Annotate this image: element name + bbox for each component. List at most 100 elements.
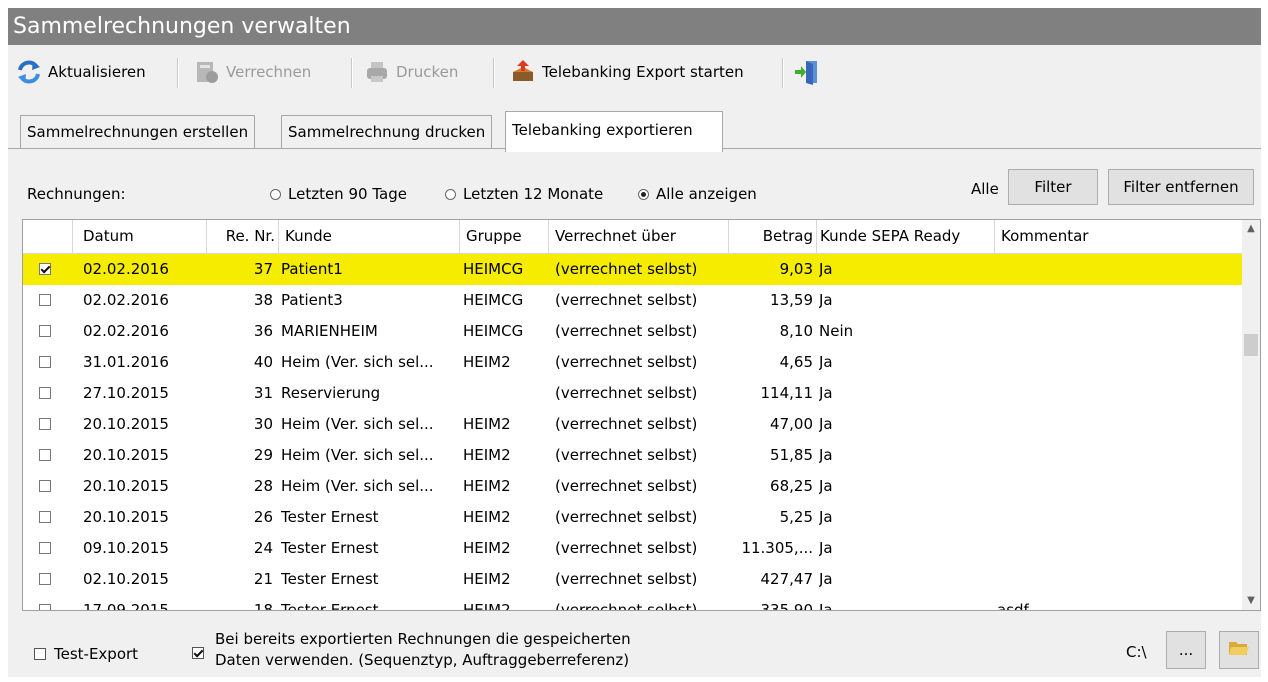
refresh-button[interactable]: Aktualisieren [12,56,150,88]
column-header-betrag[interactable]: Betrag [729,220,817,253]
cell-datum: 09.10.2015 [83,539,169,557]
cell-verrechnet: (verrechnet selbst) [555,260,698,278]
filter-button[interactable]: Filter [1008,169,1098,205]
cell-datum: 02.10.2015 [83,570,169,588]
telebanking-export-button[interactable]: Telebanking Export starten [506,56,748,88]
table-row[interactable]: 09.10.2015 24 Tester Ernest HEIM2 (verrechne… [23,533,1243,564]
browse-button[interactable]: ... [1166,631,1206,669]
column-header-checkbox [23,220,73,253]
cell-verrechnet: (verrechnet selbst) [555,384,698,402]
row-checkbox[interactable] [39,511,51,523]
open-folder-button[interactable] [1219,631,1259,669]
cell-kunde: Tester Ernest [281,508,379,526]
filter-row: Rechnungen: Letzten 90 Tage Letzten 12 M… [8,149,1261,209]
column-header-kommentar[interactable]: Kommentar [995,220,1243,253]
cell-sepa: Ja [819,446,833,464]
cell-kommentar [997,533,1243,564]
cell-sepa: Ja [819,415,833,433]
cell-kommentar [997,254,1243,285]
cell-betrag: 11.305,... [741,539,813,557]
table-row[interactable]: 20.10.2015 29 Heim (Ver. sich sel... HEIM2 (… [23,440,1243,471]
scroll-down-arrow-icon[interactable]: ▼ [1242,592,1260,610]
row-checkbox[interactable] [39,573,51,585]
invoices-label: Rechnungen: [27,185,126,203]
cell-kunde: Heim (Ver. sich sel... [281,477,434,495]
settle-label: Verrechnen [226,63,312,81]
cell-verrechnet: (verrechnet selbst) [555,539,698,557]
row-checkbox[interactable] [39,418,51,430]
table-row[interactable]: 31.01.2016 40 Heim (Ver. sich sel... HEIM2 (… [23,347,1243,378]
use-saved-data-checkbox[interactable]: Bei bereits exportierten Rechnungen die … [192,629,631,671]
cell-betrag: 114,11 [760,384,814,402]
table-row[interactable]: 20.10.2015 26 Tester Ernest HEIM2 (verrechne… [23,502,1243,533]
table-row[interactable]: 02.02.2016 36 MARIENHEIM HEIMCG (verrechnet … [23,316,1243,347]
settle-button[interactable]: Verrechnen [190,56,315,88]
tab-telebanking-export[interactable]: Telebanking exportieren [505,111,723,152]
radio-label: Letzten 12 Monate [463,185,604,203]
row-checkbox[interactable] [39,387,51,399]
cell-gruppe: HEIMCG [463,291,524,309]
table-row[interactable]: 20.10.2015 28 Heim (Ver. sich sel... HEIM2 (… [23,471,1243,502]
remove-filter-button[interactable]: Filter entfernen [1108,169,1254,205]
row-checkbox[interactable] [39,294,51,306]
radio-last-12-months[interactable]: Letzten 12 Monate [445,185,603,203]
cell-betrag: 8,10 [779,322,813,340]
print-button[interactable]: Drucken [360,56,462,88]
column-header-re-nr[interactable]: Re. Nr. [207,220,279,253]
test-export-checkbox[interactable]: Test-Export [34,645,138,663]
radio-show-all[interactable]: Alle anzeigen [638,185,757,203]
row-checkbox[interactable] [39,542,51,554]
cell-kommentar [997,378,1243,409]
telebanking-export-label: Telebanking Export starten [542,63,744,81]
column-header-kunde[interactable]: Kunde [279,220,460,253]
cell-verrechnet: (verrechnet selbst) [555,477,698,495]
cell-betrag: 5,25 [779,508,813,526]
column-header-gruppe[interactable]: Gruppe [460,220,549,253]
cell-gruppe: HEIM2 [463,477,511,495]
tab-create-invoices[interactable]: Sammelrechnungen erstellen [20,115,256,148]
column-header-sepa-ready[interactable]: Kunde SEPA Ready [817,220,995,253]
exit-button[interactable] [790,56,824,88]
cell-datum: 02.02.2016 [83,291,169,309]
radio-last-90-days[interactable]: Letzten 90 Tage [270,185,407,203]
print-icon [364,59,390,85]
cell-nr: 18 [253,601,273,611]
cell-datum: 17.09.2015 [83,601,169,611]
row-checkbox[interactable] [39,604,51,610]
cell-datum: 20.10.2015 [83,415,169,433]
open-folder-icon [1228,638,1250,662]
cell-verrechnet: (verrechnet selbst) [555,508,698,526]
toolbar-separator [782,58,784,88]
test-export-label: Test-Export [54,645,139,663]
table-row[interactable]: 02.02.2016 37 Patient1 HEIMCG (verrechnet se… [23,254,1243,285]
cell-gruppe: HEIM2 [463,508,511,526]
row-checkbox[interactable] [39,480,51,492]
column-header-verrechnet[interactable]: Verrechnet über [549,220,729,253]
cell-sepa: Ja [819,384,833,402]
table-row[interactable]: 17.09.2015 18 Tester Ernest HEIM2 (verrechne… [23,595,1243,611]
cell-kunde: Patient3 [281,291,343,309]
cell-kunde: Reservierung [281,384,381,402]
row-checkbox[interactable] [39,449,51,461]
row-checkbox[interactable] [39,356,51,368]
cell-kunde: Tester Ernest [281,601,379,611]
column-header-datum[interactable]: Datum [73,220,207,253]
cell-gruppe: HEIMCG [463,260,524,278]
cell-kunde: Tester Ernest [281,539,379,557]
vertical-scrollbar[interactable]: ▲ ▼ [1242,220,1260,610]
row-checkbox-checked[interactable] [39,263,51,275]
table-row[interactable]: 27.10.2015 31 Reservierung (verrechnet selb… [23,378,1243,409]
table-row[interactable]: 20.10.2015 30 Heim (Ver. sich sel... HEIM2 (… [23,409,1243,440]
row-checkbox[interactable] [39,325,51,337]
cell-gruppe: HEIMCG [463,322,524,340]
cell-sepa: Ja [819,291,833,309]
scrollbar-thumb[interactable] [1244,334,1258,356]
table-row[interactable]: 02.10.2015 21 Tester Ernest HEIM2 (verrechne… [23,564,1243,595]
cell-kommentar [997,502,1243,533]
cell-datum: 31.01.2016 [83,353,169,371]
cell-kommentar [997,409,1243,440]
cell-datum: 02.02.2016 [83,322,169,340]
scroll-up-arrow-icon[interactable]: ▲ [1242,220,1260,238]
table-row[interactable]: 02.02.2016 38 Patient3 HEIMCG (verrechnet se… [23,285,1243,316]
tab-print-invoice[interactable]: Sammelrechnung drucken [281,115,493,148]
